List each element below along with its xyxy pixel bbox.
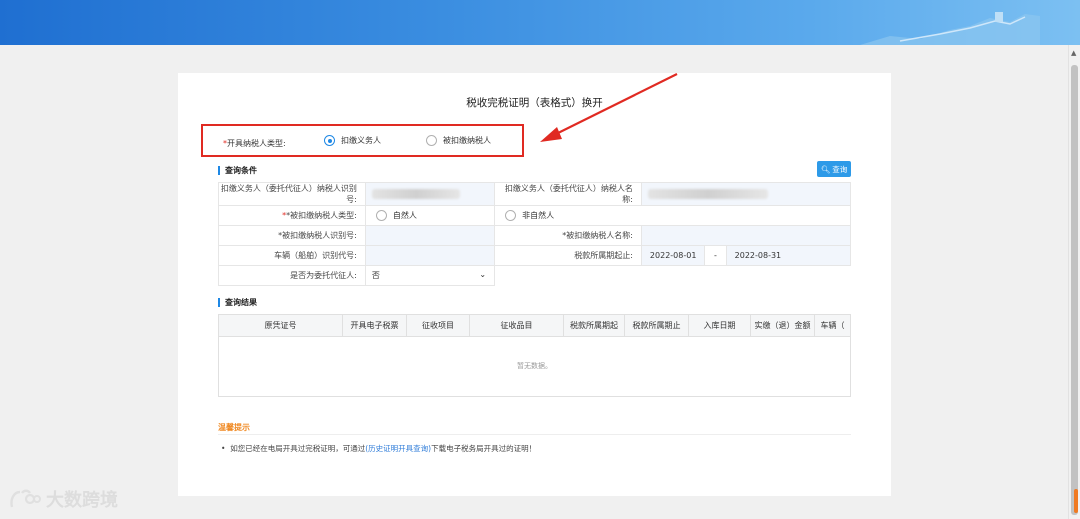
column-header[interactable]: 入库日期 xyxy=(689,315,751,336)
history-query-link[interactable]: (历史证明开具查询) xyxy=(365,444,431,453)
column-header[interactable]: 开具电子税票 xyxy=(343,315,407,336)
column-header[interactable]: 税款所属期起 xyxy=(564,315,625,336)
column-header[interactable]: 实缴（退）金额 xyxy=(751,315,815,336)
search-button-label: 查询 xyxy=(832,164,848,174)
main-card: 税收完税证明（表格式）换开 * 开具纳税人类型: 扣缴义务人 被扣缴纳税人 查询… xyxy=(178,73,891,496)
results-section-title: 查询结果 xyxy=(218,298,257,307)
agent-select[interactable]: 否 ⌄ xyxy=(364,265,496,286)
results-table: 原凭证号 开具电子税票 征收项目 征收品目 税款所属期起 税款所属期止 入库日期… xyxy=(218,314,851,397)
non-natural-person-label: 非自然人 xyxy=(522,211,555,220)
results-table-header: 原凭证号 开具电子税票 征收项目 征收品目 税款所属期起 税款所属期止 入库日期… xyxy=(219,315,850,337)
tip-bullet: • xyxy=(221,444,226,453)
period-start-input[interactable]: 2022-08-01 xyxy=(640,245,706,266)
radio-unchecked-icon[interactable] xyxy=(426,135,437,146)
query-form: 扣缴义务人（委托代征人）纳税人识别号: 扣缴义务人（委托代征人）纳税人名称: *… xyxy=(218,182,852,286)
vehicle-id-input[interactable] xyxy=(364,245,496,266)
watermark-logo-icon xyxy=(10,489,41,508)
page-scrollbar[interactable]: ▲ xyxy=(1068,45,1080,519)
column-header[interactable]: 税款所属期止 xyxy=(625,315,689,336)
column-header[interactable]: 原凭证号 xyxy=(219,315,343,336)
period-end-input[interactable]: 2022-08-31 xyxy=(725,245,852,266)
withholder-name-label: 扣缴义务人（委托代征人）纳税人名称: xyxy=(494,182,642,206)
withheld-name-input[interactable] xyxy=(640,225,852,246)
tips-divider xyxy=(218,434,851,435)
withholder-id-field[interactable] xyxy=(364,182,496,206)
radio-withheld-label: 被扣缴纳税人 xyxy=(443,136,491,145)
withheld-name-label: *被扣缴纳税人名称: xyxy=(494,225,642,246)
scroll-thumb[interactable] xyxy=(1071,65,1078,515)
query-section-title: 查询条件 xyxy=(218,166,257,175)
radio-unchecked-icon[interactable] xyxy=(505,210,517,221)
agent-label: 是否为委托代征人: xyxy=(218,265,366,286)
column-header[interactable]: 车辆（ xyxy=(815,315,850,336)
header-banner xyxy=(0,0,1080,45)
radio-withheld-taxpayer[interactable]: 被扣缴纳税人 xyxy=(426,135,491,146)
withheld-id-label: *被扣缴纳税人识别号: xyxy=(218,225,366,246)
tip-text-after: 下载电子税务局开具过的证明！ xyxy=(431,444,537,453)
withheld-type-label: **被扣缴纳税人类型: xyxy=(218,205,366,226)
watermark: 大数跨境 xyxy=(8,486,118,512)
period-separator: - xyxy=(704,245,727,266)
radio-unchecked-icon[interactable] xyxy=(375,210,387,221)
empty-state-text: 暂无数据。 xyxy=(517,362,552,370)
tips-title: 温馨提示 xyxy=(218,423,250,432)
taxpayer-type-label: * 开具纳税人类型: xyxy=(223,137,286,149)
tax-period-label: 税款所属期起止: xyxy=(494,245,642,266)
withholder-name-field[interactable] xyxy=(640,182,852,206)
radio-checked-icon[interactable] xyxy=(324,135,335,146)
column-header[interactable]: 征收品目 xyxy=(470,315,564,336)
search-icon: 🔍︎ xyxy=(820,164,831,174)
natural-person-label: 自然人 xyxy=(392,211,417,220)
radio-non-natural-person[interactable]: 非自然人 xyxy=(494,205,851,226)
radio-natural-person[interactable]: 自然人 xyxy=(364,205,496,226)
radio-withholder-label: 扣缴义务人 xyxy=(341,136,381,145)
tip-item: • 如您已经在电局开具过完税证明，可通过(历史证明开具查询)下载电子税务局开具过… xyxy=(221,443,536,454)
watermark-text: 大数跨境 xyxy=(46,490,118,511)
withheld-type-label-text: *被扣缴纳税人类型: xyxy=(286,211,357,220)
column-header[interactable]: 征收项目 xyxy=(407,315,470,336)
radio-withholder[interactable]: 扣缴义务人 xyxy=(324,135,381,146)
withheld-id-input[interactable] xyxy=(364,225,496,246)
withholder-id-label: 扣缴义务人（委托代征人）纳税人识别号: xyxy=(218,182,366,206)
side-tab-marker[interactable] xyxy=(1074,489,1078,513)
chevron-down-icon[interactable]: ⌄ xyxy=(479,270,486,279)
scroll-up-icon[interactable]: ▲ xyxy=(1071,49,1076,57)
page-title: 税收完税证明（表格式）换开 xyxy=(466,97,603,109)
vehicle-id-label: 车辆（船舶）识别代号: xyxy=(218,245,366,266)
great-wall-decoration xyxy=(860,12,1040,45)
taxpayer-type-label-text: 开具纳税人类型: xyxy=(227,138,286,148)
search-button[interactable]: 🔍︎ 查询 xyxy=(817,161,851,177)
agent-select-value: 否 xyxy=(371,271,380,280)
tip-text-before: 如您已经在电局开具过完税证明，可通过 xyxy=(230,444,366,453)
